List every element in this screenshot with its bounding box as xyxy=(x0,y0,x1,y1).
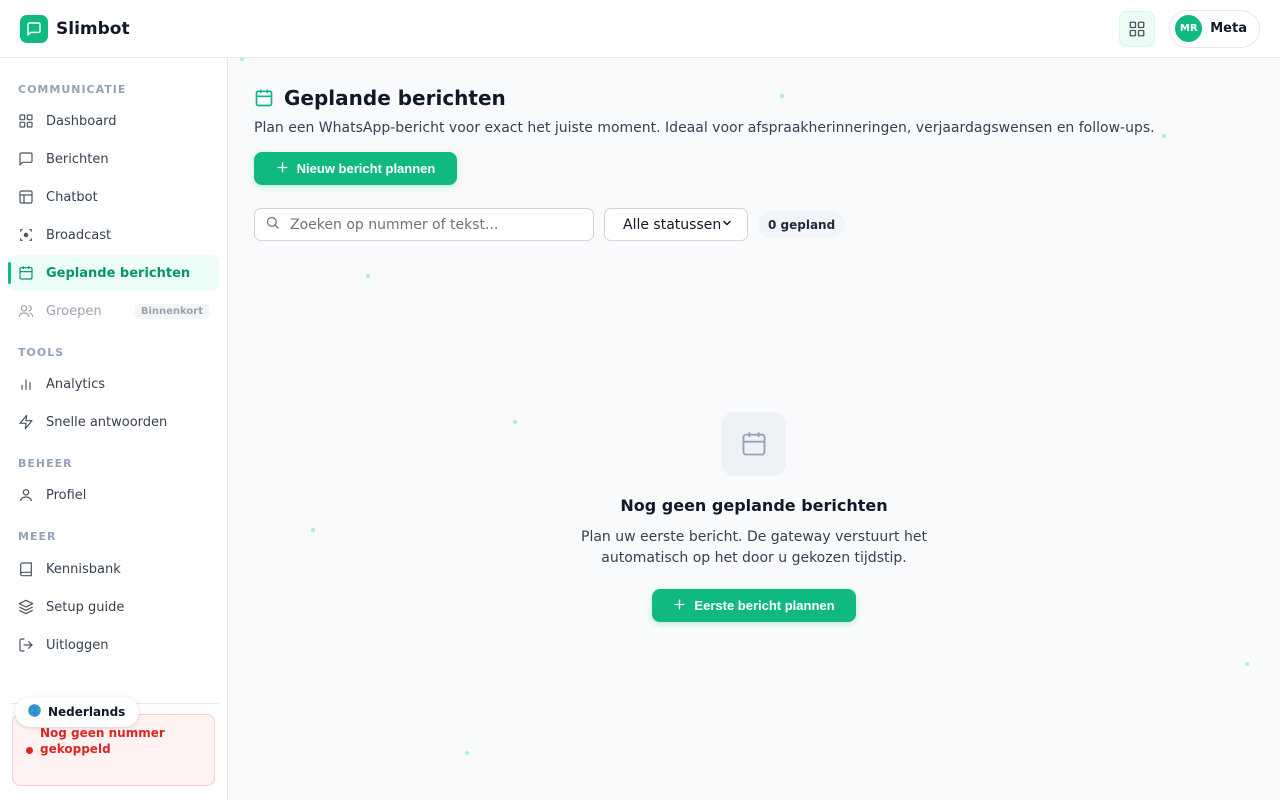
sidebar-item-dashboard[interactable]: Dashboard xyxy=(8,103,219,139)
broadcast-icon xyxy=(20,229,32,241)
search-icon xyxy=(265,215,280,234)
section-title-meer: MEER xyxy=(18,530,57,543)
status-filter-select[interactable]: Alle statussen xyxy=(604,208,748,241)
section-title-communicatie: COMMUNICATIE xyxy=(18,83,127,96)
empty-state-description: Plan uw eerste bericht. De gateway verst… xyxy=(581,529,927,566)
grid-icon xyxy=(1129,21,1145,36)
sidebar-item-snelle-antwoorden[interactable]: Snelle antwoorden xyxy=(8,404,219,440)
sidebar-item-analytics[interactable]: Analytics xyxy=(8,366,219,402)
section-title-tools: TOOLS xyxy=(18,346,65,359)
sidebar-item-setup-guide[interactable]: Setup guide xyxy=(8,589,219,625)
button-label: Nieuw bericht plannen xyxy=(296,161,436,176)
lightning-icon xyxy=(19,414,33,430)
sidebar-item-label: Berichten xyxy=(46,151,109,167)
scheduled-count-badge: 0 gepland xyxy=(758,211,846,238)
page-title: Geplande berichten xyxy=(284,86,506,110)
sidebar-item-label: Broadcast xyxy=(46,227,112,243)
sidebar-item-kennisbank[interactable]: Kennisbank xyxy=(8,551,219,587)
page-header: Geplande berichten xyxy=(254,86,506,110)
button-label: Eerste bericht plannen xyxy=(694,598,835,613)
avatar: MR xyxy=(1175,15,1203,42)
sidebar-item-groepen[interactable]: Groepen Binnenkort xyxy=(8,293,219,329)
layers-icon xyxy=(18,599,34,615)
language-selector[interactable]: Nederlands xyxy=(15,697,140,727)
chevron-down-icon xyxy=(721,217,733,233)
sidebar-item-label: Dashboard xyxy=(46,113,117,129)
layout-icon xyxy=(19,190,33,204)
sidebar-item-geplande-berichten[interactable]: Geplande berichten xyxy=(8,255,219,291)
app-logo[interactable]: Slimbot xyxy=(20,14,130,43)
user-menu-button[interactable]: MR Meta xyxy=(1169,9,1260,48)
status-filter-value: Alle statussen xyxy=(623,216,722,233)
sidebar-item-broadcast[interactable]: Broadcast xyxy=(8,217,219,253)
first-message-button[interactable]: Eerste bericht plannen xyxy=(652,589,856,622)
chat-logo-icon xyxy=(20,14,48,43)
calendar-icon xyxy=(255,89,273,107)
new-scheduled-message-button[interactable]: Nieuw bericht plannen xyxy=(254,152,457,185)
sidebar-item-label: Kennisbank xyxy=(46,561,121,577)
globe-icon xyxy=(27,703,42,721)
main-content: Geplande berichten Plan een WhatsApp-ber… xyxy=(229,58,1280,800)
message-icon xyxy=(19,152,33,166)
warning-text: Nog geen nummer gekoppeld xyxy=(40,726,165,756)
sidebar-item-profiel[interactable]: Profiel xyxy=(8,477,219,513)
sidebar-item-berichten[interactable]: Berichten xyxy=(8,141,219,177)
app-name: Slimbot xyxy=(56,18,130,39)
users-icon xyxy=(18,305,34,318)
logout-icon xyxy=(19,638,33,652)
language-label: Nederlands xyxy=(48,705,126,719)
sidebar-item-label: Uitloggen xyxy=(46,637,109,653)
user-name: Meta xyxy=(1210,21,1247,36)
sidebar-item-chatbot[interactable]: Chatbot xyxy=(8,179,219,215)
calendar-icon xyxy=(19,266,33,280)
sidebar-item-label: Groepen xyxy=(46,303,102,319)
status-dot-icon xyxy=(26,747,33,754)
section-title-beheer: BEHEER xyxy=(18,457,73,470)
plus-icon xyxy=(673,598,686,614)
search-field[interactable] xyxy=(254,208,594,241)
dashboard-icon xyxy=(19,114,33,128)
empty-state-title: Nog geen geplande berichten xyxy=(620,496,888,515)
bar-chart-icon xyxy=(21,379,31,390)
sidebar-item-label: Setup guide xyxy=(46,599,125,615)
user-icon xyxy=(20,489,32,502)
search-input[interactable] xyxy=(290,216,580,233)
coming-soon-badge: Binnenkort xyxy=(134,303,209,319)
sidebar-item-label: Profiel xyxy=(46,487,87,503)
calendar-icon xyxy=(742,432,766,456)
top-bar: Slimbot MR Meta xyxy=(0,0,1280,58)
page-subtitle: Plan een WhatsApp-bericht voor exact het… xyxy=(254,120,1155,136)
book-icon xyxy=(20,562,32,577)
plus-icon xyxy=(276,161,289,177)
apps-grid-button[interactable] xyxy=(1119,10,1156,47)
sidebar-item-label: Chatbot xyxy=(46,189,98,205)
sidebar: COMMUNICATIE Dashboard Berichten Chatbot… xyxy=(0,58,228,800)
empty-state-icon xyxy=(722,412,786,476)
sidebar-item-uitloggen[interactable]: Uitloggen xyxy=(8,627,219,663)
sidebar-item-label: Snelle antwoorden xyxy=(46,414,168,430)
sidebar-item-label: Geplande berichten xyxy=(46,265,191,281)
sidebar-item-label: Analytics xyxy=(46,376,106,392)
